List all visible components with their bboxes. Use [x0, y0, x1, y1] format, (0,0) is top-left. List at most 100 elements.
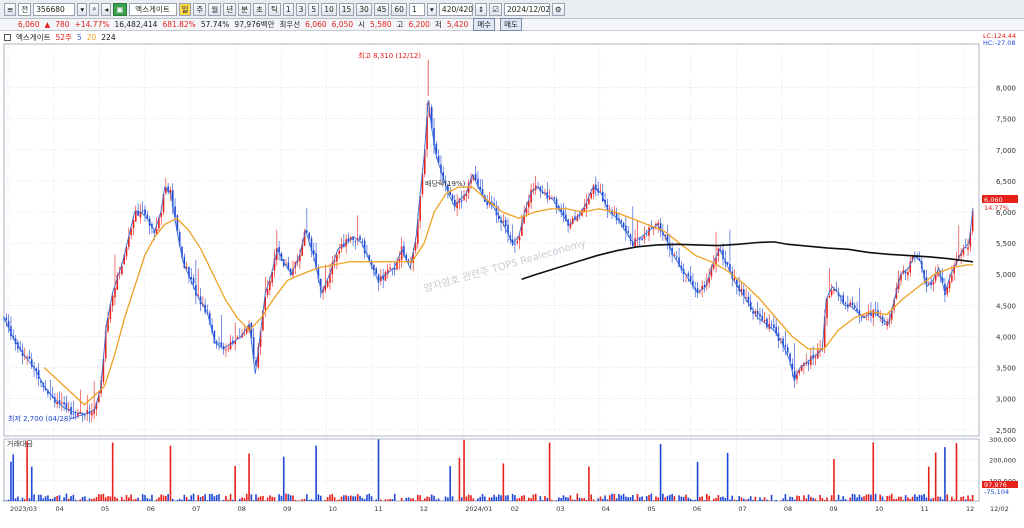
sell-button[interactable]: 매도: [500, 18, 522, 31]
volume-bar: [925, 497, 928, 501]
prev-stock-icon[interactable]: ◂: [101, 2, 112, 16]
volume-bar: [574, 499, 576, 501]
candle-body: [49, 393, 52, 395]
x-tick-label: 12: [420, 505, 428, 513]
candle-body: [275, 248, 278, 260]
settings-gear-icon[interactable]: ⚙: [551, 2, 565, 16]
interval-3-button[interactable]: 3: [295, 2, 307, 16]
candle-body: [534, 185, 537, 190]
candle-body: [738, 285, 740, 292]
period-week-button[interactable]: 주: [193, 2, 207, 16]
candle-body: [19, 347, 21, 350]
volume-bar: [116, 498, 119, 501]
legend-ma5: 5: [76, 33, 82, 42]
menu-icon[interactable]: ≡: [4, 2, 17, 16]
volume-bar: [953, 499, 955, 501]
high-price: 6,200: [408, 20, 430, 29]
candle-body: [264, 296, 267, 310]
volume-bar: [722, 496, 724, 501]
candle-body: [474, 173, 477, 181]
interval-45-button[interactable]: 45: [373, 2, 390, 16]
candle-body: [484, 195, 486, 202]
candle-body: [521, 222, 523, 236]
candle-body: [435, 143, 438, 155]
legend-square-icon[interactable]: [4, 34, 11, 41]
volume-bar: [312, 499, 315, 501]
volume-bar: [590, 494, 593, 501]
dropdown-icon[interactable]: ▾: [77, 2, 88, 16]
period-day-button[interactable]: 일: [178, 2, 192, 16]
volume-bar: [858, 494, 861, 501]
candle-body: [779, 338, 782, 340]
interval-10-button[interactable]: 10: [321, 2, 337, 16]
volume-bar: [292, 495, 294, 501]
volume-bar: [615, 498, 618, 501]
volume-bar: [470, 495, 472, 501]
candle-body: [902, 270, 905, 274]
interval-15-button[interactable]: 15: [338, 2, 355, 16]
volume-bar: [227, 499, 230, 501]
unit-dropdown-icon[interactable]: ▾: [426, 2, 437, 16]
candle-body: [886, 321, 888, 326]
date-input[interactable]: 2024/12/02: [503, 2, 550, 16]
candle-body: [856, 308, 858, 312]
interval-60-button[interactable]: 60: [391, 2, 407, 16]
candle-body: [197, 295, 199, 297]
candle-body: [407, 260, 410, 263]
trade-amount: 97,976백만: [234, 20, 275, 29]
period-year-button[interactable]: 년: [223, 2, 237, 16]
candle-body: [680, 265, 683, 270]
candle-body: [881, 316, 884, 324]
count-input[interactable]: 420/420: [438, 2, 473, 16]
count-spinner-icon[interactable]: ⇕: [474, 2, 488, 16]
x-tick-label: 08: [238, 505, 246, 513]
candle-body: [703, 285, 706, 288]
stock-code-input[interactable]: 356680: [33, 2, 76, 16]
candle-body: [174, 206, 176, 218]
volume-bar: [671, 493, 673, 501]
y-tick-label: 6,500: [996, 178, 1016, 186]
candle-body: [516, 241, 519, 243]
candle-body: [393, 268, 396, 270]
period-minute-button[interactable]: 분: [238, 2, 252, 16]
interval-30-button[interactable]: 30: [356, 2, 372, 16]
unit-input[interactable]: 1: [408, 2, 425, 16]
period-tick-button[interactable]: 틱: [267, 2, 281, 16]
volume-bar: [67, 498, 70, 501]
candle-body: [923, 270, 925, 279]
interval-1-button[interactable]: 1: [282, 2, 294, 16]
stock-group-icon[interactable]: ▣: [113, 2, 127, 16]
checkbox-icon[interactable]: ☑: [489, 2, 502, 16]
interval-5-button[interactable]: 5: [308, 2, 320, 16]
volume-bar: [42, 498, 45, 501]
volume-bar: [333, 497, 336, 501]
candle-body: [486, 201, 488, 206]
volume-bar: [128, 497, 130, 501]
candle-body: [842, 295, 845, 304]
volume-bar: [782, 498, 784, 501]
candle-body: [84, 415, 86, 417]
best-bid: 6,050: [331, 20, 354, 29]
candle-body: [414, 242, 417, 251]
price-chart[interactable]: 8,000 7,500 7,000 6,500 6,000 5,500 5,000 4,500…: [0, 0, 1024, 528]
candle-body: [504, 219, 507, 227]
volume-bar: [874, 493, 877, 501]
candle-body: [227, 348, 230, 350]
stock-name-field[interactable]: 엑스게이트: [128, 2, 177, 16]
low-marker-line: [69, 413, 85, 420]
search-icon[interactable]: ⌕: [89, 2, 100, 16]
candle-body: [220, 341, 223, 347]
volume-bar: [890, 493, 893, 501]
period-second-button[interactable]: 초: [253, 2, 266, 16]
volume-bar: [796, 495, 798, 501]
volume-bar: [502, 463, 505, 501]
candle-body: [782, 338, 784, 347]
volume-bar: [488, 497, 491, 501]
candle-body: [657, 222, 660, 225]
buy-button[interactable]: 매수: [473, 18, 496, 31]
candle-body: [377, 274, 380, 283]
candle-body: [30, 359, 33, 367]
period-month-button[interactable]: 월: [208, 2, 222, 16]
candle-body: [26, 357, 28, 358]
market-select[interactable]: 전: [18, 2, 32, 16]
